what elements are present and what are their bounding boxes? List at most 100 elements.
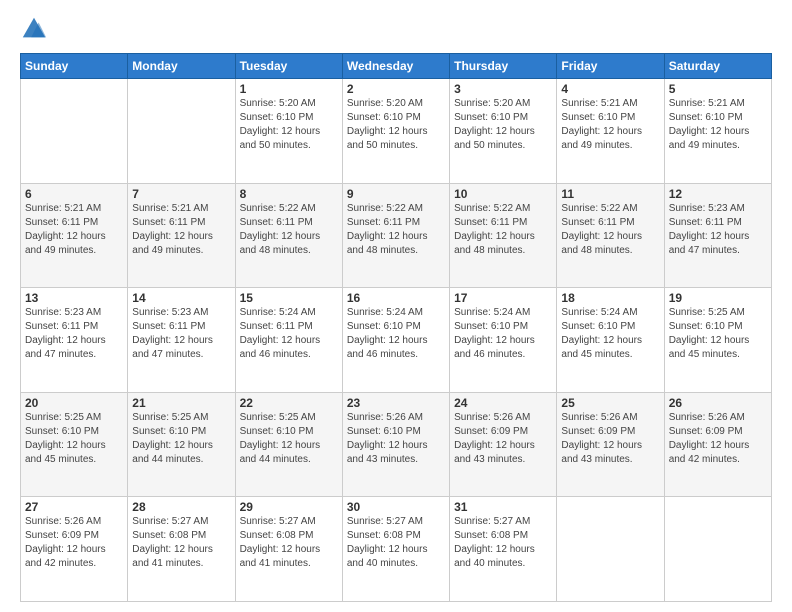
day-info: Sunrise: 5:25 AM Sunset: 6:10 PM Dayligh… [25,411,123,467]
day-number: 23 [347,396,445,410]
day-number: 12 [669,187,767,201]
day-number: 5 [669,82,767,96]
day-number: 25 [561,396,659,410]
calendar-cell: 21Sunrise: 5:25 AM Sunset: 6:10 PM Dayli… [128,392,235,497]
day-info: Sunrise: 5:21 AM Sunset: 6:11 PM Dayligh… [25,202,123,258]
day-info: Sunrise: 5:22 AM Sunset: 6:11 PM Dayligh… [561,202,659,258]
day-info: Sunrise: 5:23 AM Sunset: 6:11 PM Dayligh… [132,306,230,362]
day-info: Sunrise: 5:27 AM Sunset: 6:08 PM Dayligh… [132,515,230,571]
calendar-cell [21,79,128,184]
calendar-week-row: 27Sunrise: 5:26 AM Sunset: 6:09 PM Dayli… [21,497,772,602]
calendar-cell: 14Sunrise: 5:23 AM Sunset: 6:11 PM Dayli… [128,288,235,393]
day-info: Sunrise: 5:21 AM Sunset: 6:11 PM Dayligh… [132,202,230,258]
day-number: 24 [454,396,552,410]
calendar-week-row: 20Sunrise: 5:25 AM Sunset: 6:10 PM Dayli… [21,392,772,497]
day-info: Sunrise: 5:26 AM Sunset: 6:09 PM Dayligh… [669,411,767,467]
calendar-cell: 17Sunrise: 5:24 AM Sunset: 6:10 PM Dayli… [450,288,557,393]
day-info: Sunrise: 5:20 AM Sunset: 6:10 PM Dayligh… [454,97,552,153]
day-number: 1 [240,82,338,96]
calendar-cell: 25Sunrise: 5:26 AM Sunset: 6:09 PM Dayli… [557,392,664,497]
calendar-cell: 26Sunrise: 5:26 AM Sunset: 6:09 PM Dayli… [664,392,771,497]
calendar-cell: 5Sunrise: 5:21 AM Sunset: 6:10 PM Daylig… [664,79,771,184]
calendar-week-row: 13Sunrise: 5:23 AM Sunset: 6:11 PM Dayli… [21,288,772,393]
calendar-cell: 3Sunrise: 5:20 AM Sunset: 6:10 PM Daylig… [450,79,557,184]
day-number: 7 [132,187,230,201]
calendar-cell: 22Sunrise: 5:25 AM Sunset: 6:10 PM Dayli… [235,392,342,497]
calendar-cell: 13Sunrise: 5:23 AM Sunset: 6:11 PM Dayli… [21,288,128,393]
calendar-header-row: SundayMondayTuesdayWednesdayThursdayFrid… [21,54,772,79]
day-number: 31 [454,500,552,514]
calendar-cell: 7Sunrise: 5:21 AM Sunset: 6:11 PM Daylig… [128,183,235,288]
calendar-cell: 28Sunrise: 5:27 AM Sunset: 6:08 PM Dayli… [128,497,235,602]
day-info: Sunrise: 5:22 AM Sunset: 6:11 PM Dayligh… [454,202,552,258]
logo [20,15,52,43]
calendar-cell: 27Sunrise: 5:26 AM Sunset: 6:09 PM Dayli… [21,497,128,602]
day-info: Sunrise: 5:24 AM Sunset: 6:10 PM Dayligh… [561,306,659,362]
calendar-week-row: 1Sunrise: 5:20 AM Sunset: 6:10 PM Daylig… [21,79,772,184]
calendar-cell: 6Sunrise: 5:21 AM Sunset: 6:11 PM Daylig… [21,183,128,288]
calendar-cell [128,79,235,184]
day-number: 20 [25,396,123,410]
day-number: 16 [347,291,445,305]
day-number: 18 [561,291,659,305]
day-number: 4 [561,82,659,96]
day-number: 14 [132,291,230,305]
logo-icon [20,15,48,43]
calendar-cell: 18Sunrise: 5:24 AM Sunset: 6:10 PM Dayli… [557,288,664,393]
day-info: Sunrise: 5:26 AM Sunset: 6:10 PM Dayligh… [347,411,445,467]
day-header-sunday: Sunday [21,54,128,79]
day-header-thursday: Thursday [450,54,557,79]
day-info: Sunrise: 5:25 AM Sunset: 6:10 PM Dayligh… [240,411,338,467]
day-info: Sunrise: 5:20 AM Sunset: 6:10 PM Dayligh… [240,97,338,153]
calendar-cell [664,497,771,602]
calendar-cell: 15Sunrise: 5:24 AM Sunset: 6:11 PM Dayli… [235,288,342,393]
calendar-cell: 30Sunrise: 5:27 AM Sunset: 6:08 PM Dayli… [342,497,449,602]
day-number: 19 [669,291,767,305]
day-number: 13 [25,291,123,305]
day-header-wednesday: Wednesday [342,54,449,79]
day-number: 22 [240,396,338,410]
calendar-week-row: 6Sunrise: 5:21 AM Sunset: 6:11 PM Daylig… [21,183,772,288]
page: SundayMondayTuesdayWednesdayThursdayFrid… [0,0,792,612]
day-info: Sunrise: 5:24 AM Sunset: 6:10 PM Dayligh… [347,306,445,362]
day-header-friday: Friday [557,54,664,79]
day-header-saturday: Saturday [664,54,771,79]
calendar: SundayMondayTuesdayWednesdayThursdayFrid… [20,53,772,602]
day-number: 3 [454,82,552,96]
day-info: Sunrise: 5:27 AM Sunset: 6:08 PM Dayligh… [454,515,552,571]
calendar-cell: 1Sunrise: 5:20 AM Sunset: 6:10 PM Daylig… [235,79,342,184]
day-number: 29 [240,500,338,514]
calendar-cell: 10Sunrise: 5:22 AM Sunset: 6:11 PM Dayli… [450,183,557,288]
day-info: Sunrise: 5:27 AM Sunset: 6:08 PM Dayligh… [347,515,445,571]
day-info: Sunrise: 5:27 AM Sunset: 6:08 PM Dayligh… [240,515,338,571]
calendar-cell: 20Sunrise: 5:25 AM Sunset: 6:10 PM Dayli… [21,392,128,497]
calendar-cell: 19Sunrise: 5:25 AM Sunset: 6:10 PM Dayli… [664,288,771,393]
day-number: 8 [240,187,338,201]
day-info: Sunrise: 5:25 AM Sunset: 6:10 PM Dayligh… [669,306,767,362]
calendar-cell: 29Sunrise: 5:27 AM Sunset: 6:08 PM Dayli… [235,497,342,602]
calendar-cell: 24Sunrise: 5:26 AM Sunset: 6:09 PM Dayli… [450,392,557,497]
calendar-cell: 31Sunrise: 5:27 AM Sunset: 6:08 PM Dayli… [450,497,557,602]
day-info: Sunrise: 5:24 AM Sunset: 6:11 PM Dayligh… [240,306,338,362]
day-header-monday: Monday [128,54,235,79]
day-header-tuesday: Tuesday [235,54,342,79]
day-number: 28 [132,500,230,514]
day-info: Sunrise: 5:26 AM Sunset: 6:09 PM Dayligh… [25,515,123,571]
day-number: 27 [25,500,123,514]
day-info: Sunrise: 5:22 AM Sunset: 6:11 PM Dayligh… [347,202,445,258]
day-number: 21 [132,396,230,410]
calendar-cell: 16Sunrise: 5:24 AM Sunset: 6:10 PM Dayli… [342,288,449,393]
calendar-cell: 11Sunrise: 5:22 AM Sunset: 6:11 PM Dayli… [557,183,664,288]
calendar-cell: 9Sunrise: 5:22 AM Sunset: 6:11 PM Daylig… [342,183,449,288]
day-number: 30 [347,500,445,514]
calendar-cell: 4Sunrise: 5:21 AM Sunset: 6:10 PM Daylig… [557,79,664,184]
day-info: Sunrise: 5:21 AM Sunset: 6:10 PM Dayligh… [561,97,659,153]
day-info: Sunrise: 5:26 AM Sunset: 6:09 PM Dayligh… [454,411,552,467]
calendar-cell: 23Sunrise: 5:26 AM Sunset: 6:10 PM Dayli… [342,392,449,497]
calendar-cell [557,497,664,602]
day-info: Sunrise: 5:23 AM Sunset: 6:11 PM Dayligh… [25,306,123,362]
day-info: Sunrise: 5:23 AM Sunset: 6:11 PM Dayligh… [669,202,767,258]
day-number: 2 [347,82,445,96]
day-number: 26 [669,396,767,410]
day-number: 15 [240,291,338,305]
